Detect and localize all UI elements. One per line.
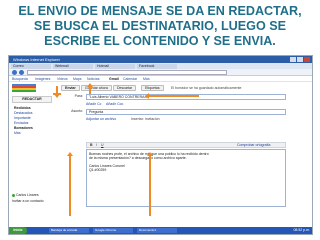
arrow-head-icon [54,94,60,98]
nav-item[interactable]: Imágenes [35,76,50,82]
arrow-send [89,86,91,94]
nav-item[interactable]: Más [143,76,150,82]
forward-icon[interactable] [19,70,24,75]
nav-item-gmail[interactable]: Gmail [109,76,119,82]
address-bar [9,69,312,76]
chat-invite[interactable]: Invitar a un contacto [12,199,44,203]
arrow-content-2 [149,156,151,216]
online-status-icon [12,193,15,197]
labels-button[interactable]: Etiquetas [141,85,164,91]
window-controls [290,57,310,62]
add-cc-link[interactable]: Añadir Cc [86,102,101,106]
insert-invitation[interactable]: Insertar: Invitación [131,117,160,121]
underline-icon[interactable]: U [101,143,104,148]
sidebar-item-starred[interactable]: Destacados [14,111,32,115]
arrow-content-1 [69,156,71,216]
taskbar-item[interactable]: Google Chrome [93,228,133,233]
windows-taskbar: Inicio Bandeja de entrada Google Chrome … [9,227,312,234]
save-button[interactable]: Guardar ahora [81,85,112,91]
bold-icon[interactable]: B [90,143,93,148]
sidebar-item-drafts[interactable]: Borradores [14,126,33,130]
minimize-icon[interactable] [290,57,296,62]
send-button[interactable]: Enviar [61,85,80,91]
nav-item[interactable]: Noticias [87,76,99,82]
arrow-head-icon [87,83,93,87]
google-nav: Búsqueda Imágenes Videos Maps Noticias G… [9,76,312,82]
add-bcc-link[interactable]: Añadir Cco [106,102,123,106]
arrow-head-icon [67,152,73,156]
headline-line-1: EL ENVIO DE MENSAJE SE DA EN REDACTAR, [18,4,302,18]
nav-item[interactable]: Búsqueda [12,76,28,82]
nav-item[interactable]: Calendar [123,76,137,82]
arrow-compose-h [53,93,61,95]
taskbar-clock: 08:52 p.m. [293,228,310,232]
to-label: Para: [74,94,83,98]
browser-title-bar: Windows Internet Explorer [9,56,312,63]
arrow-head-icon [147,152,153,156]
message-body[interactable]: Buenas noches profe, el archivo de mis q… [86,149,286,207]
taskbar-item[interactable]: Bandeja de entrada [49,228,89,233]
sidebar-item-inbox[interactable]: Recibidos [14,106,31,110]
back-icon[interactable] [12,70,17,75]
spellcheck-link[interactable]: Comprobar ortografía [237,143,270,148]
chat-contact[interactable]: Carlos Linares [12,193,39,197]
discard-button[interactable]: Descartar [113,85,137,91]
attach-file-link[interactable]: Adjuntar un archivo [86,117,116,121]
sidebar-item-more[interactable]: Más [14,131,21,135]
italic-icon[interactable]: I [96,143,97,148]
gmail-logo [12,84,36,93]
headline: EL ENVIO DE MENSAJE SE DA EN REDACTAR, S… [0,4,320,49]
nav-item[interactable]: Maps [73,76,82,82]
sidebar-item-important[interactable]: Importante [14,116,31,120]
compose-toolbar: Enviar Guardar ahora Descartar Etiquetas… [61,84,311,92]
arrow-head-icon [145,93,149,99]
body-line: Q1:#00259 [89,168,107,172]
headline-line-3: ESCRIBE EL CONTENIDO Y SE ENVIA. [44,34,276,48]
gmail-screenshot: Windows Internet Explorer Correo Webmail… [8,55,313,235]
headline-line-2: SE BUSCA EL DESTINATARIO, LUEGO SE [33,19,287,33]
subject-label: Asunto: [71,109,83,113]
autosave-note: El borrador se ha guardado automáticamen… [171,86,242,90]
maximize-icon[interactable] [297,57,303,62]
url-field[interactable] [27,70,227,75]
browser-title: Windows Internet Explorer [13,57,60,62]
subject-field[interactable]: Pregunta [86,109,286,115]
taskbar-item[interactable]: Documento1 [137,228,177,233]
close-icon[interactable] [304,57,310,62]
formatting-toolbar: B I U Comprobar ortografía [86,142,286,148]
sidebar-item-sent[interactable]: Enviados [14,121,28,125]
compose-button[interactable]: REDACTAR [12,96,52,103]
nav-item[interactable]: Videos [57,76,68,82]
body-line: de la misma presentación? a descargado c… [89,156,187,160]
arrow-recipient [149,95,199,97]
start-button[interactable]: Inicio [9,227,27,234]
